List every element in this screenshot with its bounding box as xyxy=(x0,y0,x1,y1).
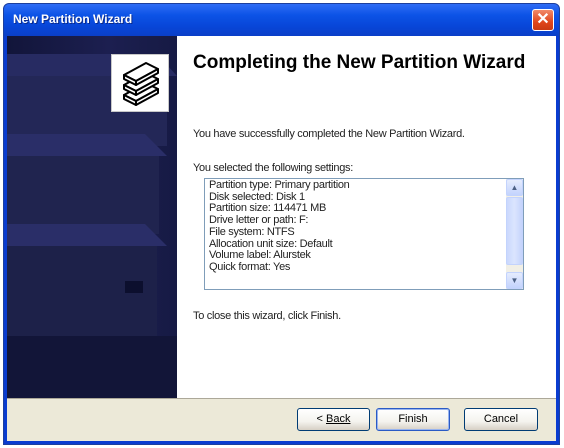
wizard-window: New Partition Wizard ✕ Completing the Ne… xyxy=(3,3,560,445)
settings-list: Partition type: Primary partition Disk s… xyxy=(209,179,503,274)
settings-line: Partition type: Primary partition xyxy=(209,179,350,191)
wizard-content: Completing the New Partition Wizard You … xyxy=(193,36,556,398)
vertical-scrollbar[interactable]: ▲ ▼ xyxy=(506,179,523,289)
title-bar[interactable]: New Partition Wizard ✕ xyxy=(4,4,559,36)
settings-line: File system: NTFS xyxy=(209,225,295,238)
settings-listbox[interactable]: Partition type: Primary partition Disk s… xyxy=(204,178,524,290)
scroll-up-button[interactable]: ▲ xyxy=(506,179,523,196)
back-button-label: Back xyxy=(326,413,351,425)
chevron-down-icon: ▼ xyxy=(510,276,519,285)
settings-line: Quick format: Yes xyxy=(209,260,291,273)
finish-button[interactable]: Finish xyxy=(376,408,450,431)
close-instruction: To close this wizard, click Finish. xyxy=(193,310,341,322)
wizard-side-panel xyxy=(7,36,177,398)
wizard-disk-stack-icon xyxy=(111,54,169,112)
scrollbar-thumb[interactable] xyxy=(506,197,523,265)
completion-message: You have successfully completed the New … xyxy=(193,128,465,140)
back-button[interactable]: < Back xyxy=(297,408,370,431)
scroll-down-button[interactable]: ▼ xyxy=(506,272,523,289)
chevron-up-icon: ▲ xyxy=(510,183,519,192)
back-button-prefix: < xyxy=(316,413,326,425)
close-icon: ✕ xyxy=(536,11,550,28)
page-title: Completing the New Partition Wizard xyxy=(193,52,526,73)
close-button[interactable]: ✕ xyxy=(532,9,554,31)
settings-label: You selected the following settings: xyxy=(193,162,354,174)
window-title: New Partition Wizard xyxy=(13,12,133,26)
wizard-client-area: Completing the New Partition Wizard You … xyxy=(7,36,556,441)
cancel-button[interactable]: Cancel xyxy=(464,408,538,431)
button-bar: < Back Finish Cancel xyxy=(7,398,556,441)
